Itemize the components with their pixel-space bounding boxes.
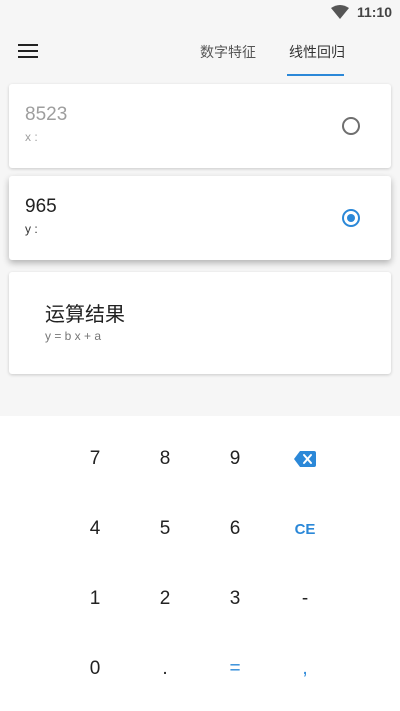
keypad: 7 8 9 4 5 6 CE 1 2 3 - 0 . = ,	[0, 416, 400, 711]
result-formula: y = b x + a	[45, 329, 102, 343]
hamburger-menu-icon[interactable]	[18, 44, 38, 58]
key-comma[interactable]: ,	[270, 634, 340, 704]
tab-numeric-features[interactable]: 数字特征	[200, 42, 256, 62]
wifi-icon	[331, 5, 349, 19]
y-radio-button[interactable]	[342, 209, 360, 227]
key-0[interactable]: 0	[60, 634, 130, 704]
key-1[interactable]: 1	[60, 564, 130, 634]
key-9[interactable]: 9	[200, 424, 270, 494]
x-label: x :	[25, 130, 38, 144]
key-2[interactable]: 2	[130, 564, 200, 634]
key-4[interactable]: 4	[60, 494, 130, 564]
key-8[interactable]: 8	[130, 424, 200, 494]
app-bar: 数字特征 线性回归	[0, 24, 400, 76]
status-bar: 11:10	[0, 0, 400, 24]
y-input-card[interactable]: 965 y :	[9, 176, 391, 260]
backspace-button[interactable]	[270, 424, 340, 494]
x-value: 8523	[25, 104, 68, 125]
key-decimal[interactable]: .	[130, 634, 200, 704]
tab-linear-regression[interactable]: 线性回归	[289, 42, 345, 62]
key-minus[interactable]: -	[270, 564, 340, 634]
key-7[interactable]: 7	[60, 424, 130, 494]
x-radio-button[interactable]	[342, 117, 360, 135]
key-6[interactable]: 6	[200, 494, 270, 564]
status-time: 11:10	[356, 4, 392, 20]
result-title: 运算结果	[45, 302, 125, 326]
result-card: 运算结果 y = b x + a	[9, 272, 391, 374]
x-input-card[interactable]: 8523 x :	[9, 84, 391, 168]
key-equals[interactable]: =	[200, 634, 270, 704]
clear-entry-button[interactable]: CE	[270, 494, 340, 564]
key-5[interactable]: 5	[130, 494, 200, 564]
y-value: 965	[25, 196, 57, 217]
backspace-icon	[294, 451, 316, 467]
tab-indicator	[287, 74, 344, 76]
y-label: y :	[25, 222, 38, 236]
key-3[interactable]: 3	[200, 564, 270, 634]
